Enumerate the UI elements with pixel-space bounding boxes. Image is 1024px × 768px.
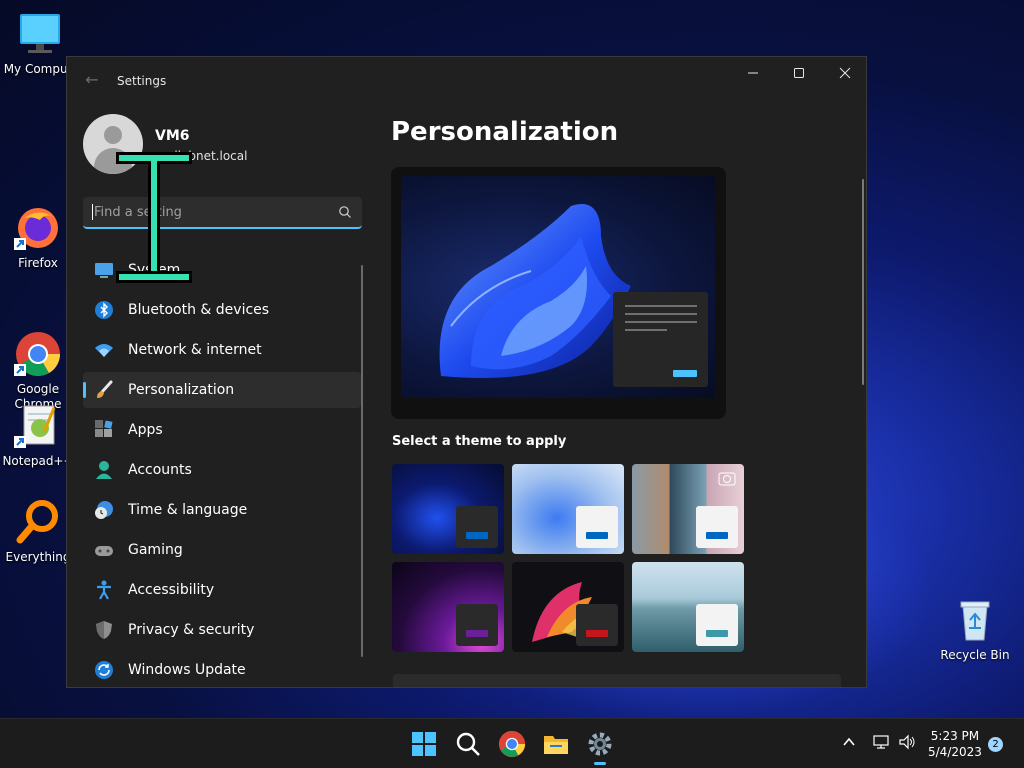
volume-icon[interactable] xyxy=(898,733,916,755)
close-button[interactable] xyxy=(822,57,866,89)
preview-dialog xyxy=(613,292,708,387)
monitor-icon xyxy=(14,10,62,58)
notification-badge[interactable]: 2 xyxy=(988,737,1003,752)
nav-label: Network & internet xyxy=(128,342,262,358)
chrome-icon[interactable] xyxy=(497,729,527,759)
nav-item-apps[interactable]: Apps xyxy=(83,412,361,448)
camera-icon xyxy=(718,470,736,486)
chrome-icon xyxy=(14,315,62,376)
active-app-indicator xyxy=(594,762,606,765)
desktop-icon-label: My Comput xyxy=(3,62,73,76)
nav-item-accounts[interactable]: Accounts xyxy=(83,452,361,488)
nav-label: Time & language xyxy=(128,502,248,518)
profile-name: VM6 xyxy=(155,128,190,144)
nav-label: Apps xyxy=(128,422,163,438)
clock-date: 5/4/2023 xyxy=(928,745,982,759)
desktop-icon-label: Firefox xyxy=(18,256,58,270)
shield-icon xyxy=(94,620,114,640)
wifi-icon xyxy=(94,340,114,360)
theme-tile[interactable] xyxy=(512,464,624,554)
search-icon[interactable] xyxy=(453,729,483,759)
minimize-icon xyxy=(748,72,758,74)
system-icon xyxy=(94,260,114,280)
recycle-bin-icon xyxy=(951,596,999,644)
minimize-button[interactable] xyxy=(730,57,776,89)
nav-label: Bluetooth & devices xyxy=(128,302,270,318)
nav-item-gaming[interactable]: Gaming xyxy=(83,532,361,568)
nav-label: Accessibility xyxy=(128,582,215,598)
themes-heading: Select a theme to apply xyxy=(392,434,567,449)
title-bar[interactable]: ← Settings xyxy=(67,57,866,103)
gamepad-icon xyxy=(94,540,114,560)
theme-tile[interactable] xyxy=(632,464,744,554)
desktop-icon-label: Notepad++ xyxy=(2,454,74,468)
nav-item-accessibility[interactable]: Accessibility xyxy=(83,572,361,608)
nav-item-time-language[interactable]: Time & language xyxy=(83,492,361,528)
nav-label: Personalization xyxy=(128,382,235,398)
start-icon[interactable] xyxy=(409,729,439,759)
accounts-icon xyxy=(94,460,114,480)
update-icon xyxy=(94,660,114,680)
desktop-icon-label: Everything xyxy=(5,550,71,564)
selection-indicator xyxy=(83,382,86,398)
desktop-icon-firefox[interactable]: Firefox xyxy=(2,204,74,271)
search-icon xyxy=(339,206,351,218)
bluetooth-icon xyxy=(94,300,114,320)
preview-wallpaper xyxy=(401,176,715,398)
back-arrow-icon[interactable]: ← xyxy=(81,69,103,91)
file-explorer-icon[interactable] xyxy=(541,729,571,759)
text-cursor-icon xyxy=(112,150,196,285)
theme-tile[interactable] xyxy=(392,562,504,652)
system-tray xyxy=(842,719,916,768)
desktop-icon-my-computer[interactable]: My Comput xyxy=(2,10,74,77)
apps-icon xyxy=(94,420,114,440)
desktop-icon-label: Recycle Bin xyxy=(940,648,1010,662)
theme-tile[interactable] xyxy=(512,562,624,652)
taskbar: 5:23 PM 5/4/2023 2 xyxy=(0,718,1024,768)
desktop-icon-recycle-bin[interactable]: Recycle Bin xyxy=(939,596,1011,663)
nav-label: Gaming xyxy=(128,542,183,558)
text-caret xyxy=(92,204,93,220)
theme-preview xyxy=(391,167,726,419)
nav-scrollbar[interactable] xyxy=(361,265,363,657)
close-icon xyxy=(839,67,851,79)
nav-item-windows-update[interactable]: Windows Update xyxy=(83,652,361,687)
nav-item-privacy[interactable]: Privacy & security xyxy=(83,612,361,648)
nav-item-network[interactable]: Network & internet xyxy=(83,332,361,368)
nav-item-bluetooth[interactable]: Bluetooth & devices xyxy=(83,292,361,328)
accessibility-icon xyxy=(94,580,114,600)
network-icon[interactable] xyxy=(872,733,890,755)
content-scrollbar[interactable] xyxy=(862,179,864,385)
nav-item-personalization[interactable]: Personalization xyxy=(83,372,361,408)
clock-globe-icon xyxy=(94,500,114,520)
theme-tile[interactable] xyxy=(392,464,504,554)
clock-time: 5:23 PM xyxy=(930,729,980,743)
theme-tile[interactable] xyxy=(632,562,744,652)
settings-nav: System Bluetooth & devices Network & int… xyxy=(83,252,361,687)
window-title: Settings xyxy=(117,74,167,88)
firefox-icon xyxy=(14,204,62,252)
maximize-button[interactable] xyxy=(776,57,822,89)
desktop-icon-notepadpp[interactable]: Notepad++ xyxy=(2,402,74,469)
desktop-icon-everything[interactable]: Everything xyxy=(2,498,74,565)
nav-label: Windows Update xyxy=(128,662,246,678)
brush-icon xyxy=(94,380,114,400)
taskbar-clock[interactable]: 5:23 PM 5/4/2023 xyxy=(928,728,982,760)
maximize-icon xyxy=(794,68,804,78)
chevron-up-icon[interactable] xyxy=(842,735,856,753)
nav-label: Accounts xyxy=(128,462,192,478)
settings-card[interactable] xyxy=(393,674,841,687)
settings-icon[interactable] xyxy=(585,729,615,765)
page-title: Personalization xyxy=(391,117,619,147)
nav-label: Privacy & security xyxy=(128,622,255,638)
desktop-icon-chrome[interactable]: Google Chrome xyxy=(2,300,74,412)
notepadpp-icon xyxy=(14,402,62,450)
everything-search-icon xyxy=(14,498,62,546)
